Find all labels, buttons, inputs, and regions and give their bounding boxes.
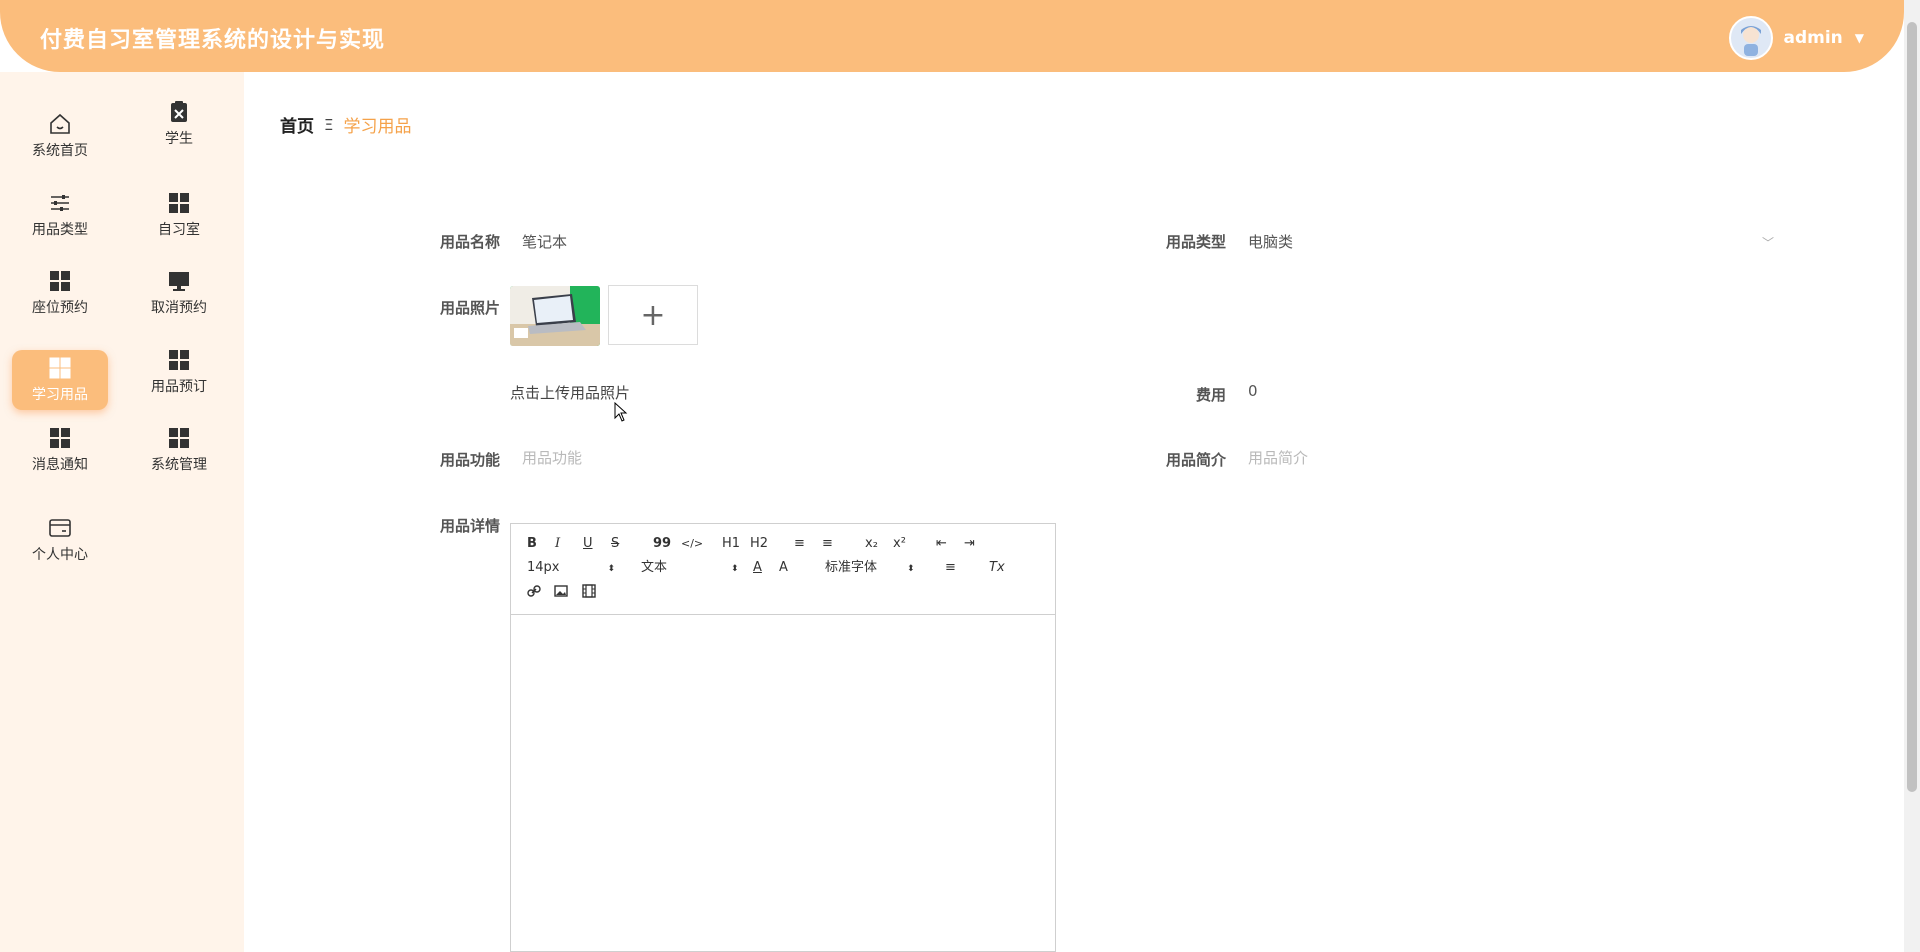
intro-input[interactable]: 用品简介	[1248, 447, 1308, 468]
type-select[interactable]: 电脑类	[1248, 231, 1293, 252]
h2-button[interactable]: H2	[750, 536, 768, 552]
link-icon[interactable]	[527, 584, 541, 603]
scrollbar-thumb[interactable]	[1907, 22, 1917, 792]
background-color-button[interactable]: A	[779, 560, 788, 576]
sidebar-item-cancel-booking[interactable]: 取消预约	[131, 263, 227, 323]
sidebar-item-label: 个人中心	[32, 547, 88, 563]
sidebar-item-label: 用品类型	[32, 222, 88, 238]
video-icon[interactable]	[582, 584, 596, 603]
app-title: 付费自习室管理系统的设计与实现	[40, 28, 386, 53]
user-menu[interactable]: admin ▼	[1729, 16, 1864, 60]
sidebar-item-notifications[interactable]: 消息通知	[12, 420, 108, 480]
upload-hint[interactable]: 点击上传用品照片	[510, 382, 630, 403]
card-icon	[48, 516, 72, 540]
home-icon	[48, 112, 72, 136]
italic-button[interactable]: I	[555, 536, 560, 552]
font-size-select[interactable]: 14px ⬍	[527, 560, 615, 577]
uploaded-photo-thumbnail[interactable]	[510, 286, 600, 346]
sliders-icon	[48, 191, 72, 215]
clipboard-x-icon	[167, 100, 191, 124]
outdent-icon[interactable]: ⇤	[936, 536, 947, 552]
subscript-button[interactable]: x₂	[865, 536, 878, 552]
main-content: 首页 Ξ 学习用品	[244, 72, 1904, 952]
h1-button[interactable]: H1	[722, 536, 740, 552]
sidebar-item-study-rooms[interactable]: 自习室	[131, 185, 227, 245]
quote-button[interactable]: 99	[653, 536, 671, 552]
superscript-button[interactable]: x²	[893, 536, 906, 552]
align-button[interactable]: ≡	[945, 560, 956, 576]
breadcrumb: 首页 Ξ 学习用品	[280, 112, 412, 138]
sidebar-item-label: 系统首页	[32, 143, 88, 159]
grid-icon	[48, 269, 72, 293]
sidebar-item-label: 自习室	[158, 222, 200, 238]
add-photo-button[interactable]: +	[608, 285, 698, 345]
editor-content-area[interactable]	[511, 615, 1055, 952]
code-button[interactable]: </>	[681, 536, 703, 552]
sidebar-item-students[interactable]: 学生	[131, 94, 227, 154]
indent-icon[interactable]: ⇥	[964, 536, 975, 552]
clear-format-button[interactable]: Tx	[989, 560, 1005, 576]
font-family-select[interactable]: 标准字体 ⬍	[825, 560, 915, 577]
ordered-list-button[interactable]: ≡	[794, 536, 805, 552]
sidebar-item-label: 学习用品	[32, 387, 88, 403]
grid-icon	[48, 426, 72, 450]
underline-button[interactable]: U	[583, 536, 593, 552]
mouse-pointer-icon	[614, 401, 628, 426]
sidebar-item-label: 用品预订	[151, 379, 207, 395]
bold-button[interactable]: B	[527, 536, 537, 552]
text-style-select[interactable]: 文本 ⬍	[641, 560, 739, 577]
sidebar-item-label: 座位预约	[32, 300, 88, 316]
function-input[interactable]: 用品功能	[522, 447, 582, 468]
sidebar: 系统首页 学生 用品类型 自习室 座位预约 取消预约 学习用品 用品预订 消息通…	[0, 72, 244, 952]
fee-label: 费用	[1195, 386, 1226, 404]
sidebar-item-system-management[interactable]: 系统管理	[131, 420, 227, 480]
image-icon[interactable]	[554, 584, 568, 603]
sidebar-item-label: 消息通知	[32, 457, 88, 473]
sidebar-item-label: 系统管理	[151, 457, 207, 473]
breadcrumb-current: 学习用品	[343, 117, 412, 137]
type-label: 用品类型	[1165, 233, 1226, 251]
top-header: 付费自习室管理系统的设计与实现 admin ▼	[0, 0, 1904, 72]
grid-icon	[167, 426, 191, 450]
page-scrollbar[interactable]	[1904, 0, 1920, 952]
grid-icon	[167, 191, 191, 215]
intro-label: 用品简介	[1165, 451, 1226, 469]
sidebar-item-label: 学生	[165, 131, 193, 147]
grid-icon	[167, 348, 191, 372]
sidebar-item-study-supplies[interactable]: 学习用品	[12, 350, 108, 410]
plus-icon: +	[640, 297, 666, 333]
sidebar-item-seat-booking[interactable]: 座位预约	[12, 263, 108, 323]
sidebar-item-supply-types[interactable]: 用品类型	[12, 185, 108, 245]
name-input[interactable]: 笔记本	[522, 231, 567, 252]
monitor-icon	[167, 269, 191, 293]
chevron-down-icon[interactable]: ▼	[1855, 31, 1864, 45]
photo-label: 用品照片	[439, 299, 500, 317]
sidebar-item-supply-orders[interactable]: 用品预订	[131, 342, 227, 402]
sidebar-item-label: 取消预约	[151, 300, 207, 316]
grid-icon	[48, 356, 72, 380]
sidebar-item-home[interactable]: 系统首页	[12, 106, 108, 166]
breadcrumb-separator: Ξ	[324, 115, 334, 134]
strike-button[interactable]: S	[611, 536, 619, 552]
rich-text-editor: B I U S 99 </> H1 H2 ≡ ≡ x₂ x² ⇤ ⇥ 14px ⬍…	[510, 523, 1056, 952]
detail-label: 用品详情	[439, 517, 500, 535]
name-label: 用品名称	[439, 233, 500, 251]
username[interactable]: admin	[1783, 28, 1842, 48]
function-label: 用品功能	[439, 451, 500, 469]
text-color-button[interactable]: A	[753, 560, 762, 576]
sidebar-item-personal-center[interactable]: 个人中心	[12, 510, 108, 570]
fee-input[interactable]: 0	[1248, 382, 1258, 400]
avatar[interactable]	[1729, 16, 1774, 60]
bullet-list-button[interactable]: ≡	[822, 536, 833, 552]
chevron-down-icon[interactable]: ﹀	[1762, 234, 1774, 251]
editor-toolbar: B I U S 99 </> H1 H2 ≡ ≡ x₂ x² ⇤ ⇥ 14px ⬍…	[511, 524, 1055, 615]
avatar-illustration-icon	[1731, 18, 1772, 58]
breadcrumb-home[interactable]: 首页	[280, 112, 314, 137]
